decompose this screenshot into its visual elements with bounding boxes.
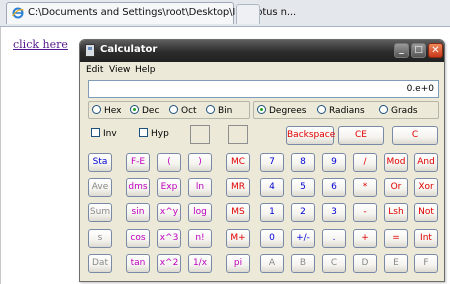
radio-bin[interactable]: Bin bbox=[206, 105, 232, 116]
key-7-button[interactable]: 7 bbox=[260, 153, 284, 172]
page-left-border bbox=[0, 27, 1, 284]
key-dot-button[interactable]: . bbox=[322, 229, 346, 248]
radio-radians[interactable]: Radians bbox=[317, 105, 365, 116]
calculator-window: Calculator _ □ ✕ Edit View Help 0.e+0 He… bbox=[79, 39, 445, 282]
radio-degrees[interactable]: Degrees bbox=[257, 105, 306, 116]
menu-help[interactable]: Help bbox=[135, 65, 156, 75]
checkbox-hyp-box bbox=[139, 128, 148, 137]
key-xpowy-button[interactable]: x^y bbox=[157, 203, 181, 222]
key-exp-button[interactable]: Exp bbox=[157, 178, 181, 197]
key-s-button[interactable]: s bbox=[88, 229, 112, 248]
angle-unit-group: Degrees Radians Grads bbox=[253, 101, 439, 119]
key-8-button[interactable]: 8 bbox=[291, 153, 315, 172]
key-star-button[interactable]: * bbox=[353, 178, 377, 197]
key-ms-button[interactable]: MS bbox=[226, 203, 250, 222]
key-ln-button[interactable]: ln bbox=[188, 178, 212, 197]
checkbox-hyp[interactable]: Hyp bbox=[139, 128, 169, 139]
key-5-button[interactable]: 5 bbox=[291, 178, 315, 197]
key-and-button[interactable]: And bbox=[414, 153, 438, 172]
window-title: Calculator bbox=[100, 44, 158, 55]
key-mod-button[interactable]: Mod bbox=[384, 153, 408, 172]
key-6-button[interactable]: 6 bbox=[322, 178, 346, 197]
minimize-button[interactable]: _ bbox=[394, 43, 409, 58]
key-2-button[interactable]: 2 bbox=[291, 203, 315, 222]
menu-bar: Edit View Help bbox=[80, 62, 444, 78]
radio-bin-dot bbox=[206, 105, 215, 114]
key-plusminusminus-button[interactable]: +/- bbox=[291, 229, 315, 248]
menu-view[interactable]: View bbox=[109, 65, 130, 75]
key-d-button[interactable]: D bbox=[353, 254, 377, 273]
key-sin-button[interactable]: sin bbox=[126, 203, 150, 222]
key-fminuse-button[interactable]: F-E bbox=[126, 153, 150, 172]
key-a-button[interactable]: A bbox=[260, 254, 284, 273]
key-closeminusparen-button[interactable]: ) bbox=[188, 153, 212, 172]
key-f-button[interactable]: F bbox=[414, 254, 438, 273]
key-9-button[interactable]: 9 bbox=[322, 153, 346, 172]
radio-hex-dot bbox=[92, 105, 101, 114]
number-base-group: Hex Dec Oct Bin bbox=[88, 101, 250, 119]
key-openminusparen-button[interactable]: ( bbox=[157, 153, 181, 172]
calculator-display: 0.e+0 bbox=[88, 80, 439, 98]
radio-grads[interactable]: Grads bbox=[379, 105, 418, 116]
radio-grads-dot bbox=[379, 105, 388, 114]
key-slash-button[interactable]: / bbox=[353, 153, 377, 172]
radio-hex[interactable]: Hex bbox=[92, 105, 121, 116]
key-1-button[interactable]: 1 bbox=[260, 203, 284, 222]
maximize-button[interactable]: □ bbox=[411, 43, 426, 58]
key-3-button[interactable]: 3 bbox=[322, 203, 346, 222]
key-mc-button[interactable]: MC bbox=[226, 153, 250, 172]
parenthesis-indicator bbox=[190, 125, 210, 144]
key-ave-button[interactable]: Ave bbox=[88, 178, 112, 197]
c-button[interactable]: C bbox=[392, 126, 438, 145]
browser-tab-bar: C:\Documents and Settings\root\Desktop\I… bbox=[0, 0, 450, 27]
checkbox-inv[interactable]: Inv bbox=[91, 128, 117, 139]
calculator-titlebar[interactable]: Calculator _ □ ✕ bbox=[80, 40, 444, 62]
key-cos-button[interactable]: cos bbox=[126, 229, 150, 248]
radio-dec[interactable]: Dec bbox=[130, 105, 159, 116]
key-or-button[interactable]: Or bbox=[384, 178, 408, 197]
browser-tab[interactable]: C:\Documents and Settings\root\Desktop\I… bbox=[6, 2, 296, 24]
key-0-button[interactable]: 0 bbox=[260, 229, 284, 248]
key-log-button[interactable]: log bbox=[188, 203, 212, 222]
key-e-button[interactable]: E bbox=[384, 254, 408, 273]
key-mplus-button[interactable]: M+ bbox=[226, 229, 250, 248]
key-sum-button[interactable]: Sum bbox=[88, 203, 112, 222]
radio-dec-dot bbox=[130, 105, 139, 114]
key-mr-button[interactable]: MR bbox=[226, 178, 250, 197]
key-not-button[interactable]: Not bbox=[414, 203, 438, 222]
key-lsh-button[interactable]: Lsh bbox=[384, 203, 408, 222]
ie-icon bbox=[12, 7, 24, 19]
close-button[interactable]: ✕ bbox=[428, 43, 443, 58]
key-xpow3-button[interactable]: x^3 bbox=[157, 229, 181, 248]
backspace-button[interactable]: Backspace bbox=[286, 126, 335, 145]
key-tan-button[interactable]: tan bbox=[126, 254, 150, 273]
key-dms-button[interactable]: dms bbox=[126, 178, 150, 197]
checkbox-inv-box bbox=[91, 128, 100, 137]
radio-radians-dot bbox=[317, 105, 326, 114]
key-pi-button[interactable]: pi bbox=[226, 254, 250, 273]
calculator-icon bbox=[85, 44, 95, 57]
new-tab-button[interactable] bbox=[236, 4, 260, 24]
radio-degrees-dot bbox=[257, 105, 266, 114]
menu-edit[interactable]: Edit bbox=[86, 65, 103, 75]
key-minus-button[interactable]: - bbox=[353, 203, 377, 222]
key-dat-button[interactable]: Dat bbox=[88, 254, 112, 273]
key-sta-button[interactable]: Sta bbox=[88, 153, 112, 172]
ce-button[interactable]: CE bbox=[338, 126, 384, 145]
key-c-button[interactable]: C bbox=[322, 254, 346, 273]
key-plus-button[interactable]: + bbox=[353, 229, 377, 248]
key-4-button[interactable]: 4 bbox=[260, 178, 284, 197]
key-nfactorial-button[interactable]: n! bbox=[188, 229, 212, 248]
key-b-button[interactable]: B bbox=[291, 254, 315, 273]
click-here-link[interactable]: click here bbox=[13, 38, 68, 51]
key-1slashx-button[interactable]: 1/x bbox=[188, 254, 212, 273]
radio-oct[interactable]: Oct bbox=[169, 105, 197, 116]
key-xor-button[interactable]: Xor bbox=[414, 178, 438, 197]
memory-indicator bbox=[228, 125, 248, 144]
key-equals-button[interactable]: = bbox=[384, 229, 408, 248]
key-xpow2-button[interactable]: x^2 bbox=[157, 254, 181, 273]
radio-oct-dot bbox=[169, 105, 178, 114]
key-int-button[interactable]: Int bbox=[414, 229, 438, 248]
